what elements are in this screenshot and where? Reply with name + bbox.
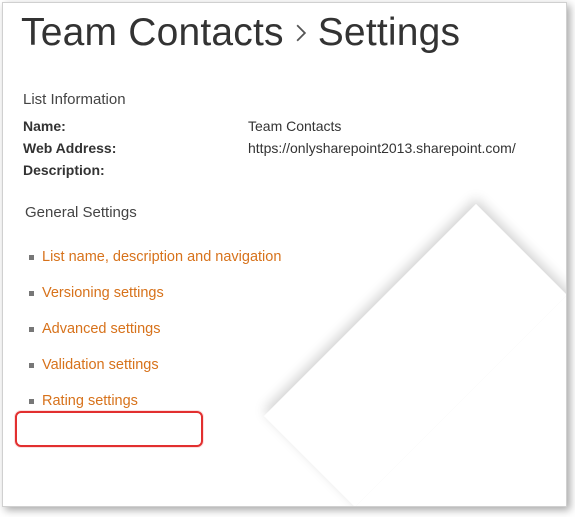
list-item: Validation settings [29,347,548,383]
general-settings-heading: General Settings [25,204,548,221]
link-rating-settings[interactable]: Rating settings [42,393,138,409]
description-label: Description: [23,162,248,178]
bullet-icon [29,399,34,404]
list-item: Versioning settings [29,275,548,311]
chevron-right-icon [294,24,308,42]
name-label: Name: [23,118,248,134]
bullet-icon [29,327,34,332]
list-information-section: List Information Name: Team Contacts Web… [3,63,566,419]
link-validation-settings[interactable]: Validation settings [42,357,159,373]
breadcrumb-current: Settings [318,11,461,55]
web-address-value: https://onlysharepoint2013.sharepoint.co… [248,140,548,156]
link-list-name-description-navigation[interactable]: List name, description and navigation [42,249,281,265]
link-versioning-settings[interactable]: Versioning settings [42,285,164,301]
list-item: List name, description and navigation [29,239,548,275]
breadcrumb: Team Contacts Settings [3,3,566,63]
name-value: Team Contacts [248,118,548,134]
link-advanced-settings[interactable]: Advanced settings [42,321,161,337]
list-item: Advanced settings [29,311,548,347]
description-value [248,162,548,178]
list-information-heading: List Information [23,91,548,108]
breadcrumb-parent-link[interactable]: Team Contacts [21,11,284,55]
bullet-icon [29,291,34,296]
list-information-table: Name: Team Contacts Web Address: https:/… [23,118,548,178]
bullet-icon [29,363,34,368]
web-address-label: Web Address: [23,140,248,156]
settings-page: Team Contacts Settings List Information … [2,2,567,507]
list-item: Rating settings [29,383,548,419]
bullet-icon [29,255,34,260]
general-settings-links: List name, description and navigation Ve… [23,239,548,419]
